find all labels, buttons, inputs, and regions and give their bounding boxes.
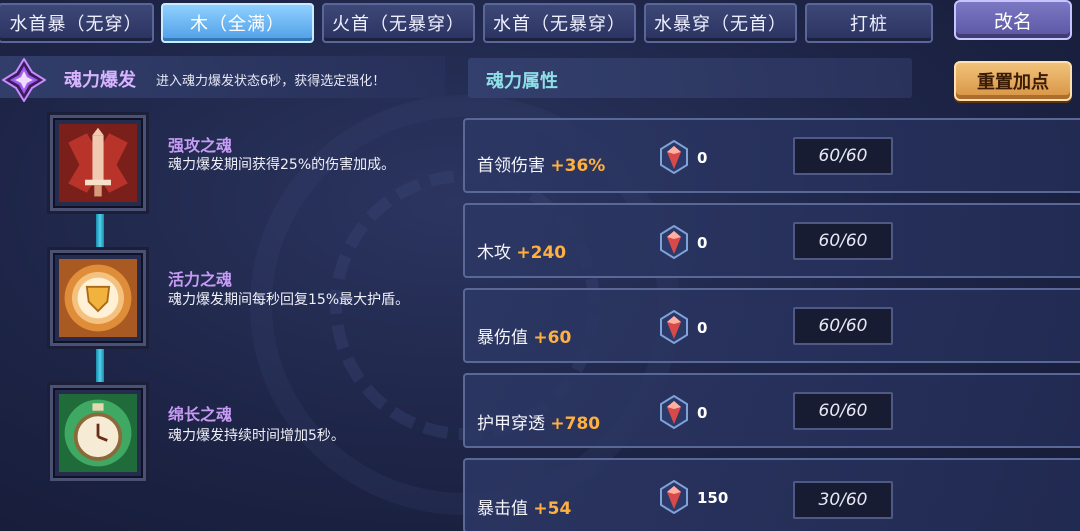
soul-name: 强攻之魂 <box>168 136 233 155</box>
orange-shield-icon <box>59 259 137 337</box>
stat-row-crit-damage[interactable]: 暴伤值 +60 0 60/60 <box>463 288 1080 363</box>
stat-cap: 60/60 <box>793 222 893 260</box>
stat-label: 首领伤害 +36% <box>477 156 606 176</box>
soul-gem-icon <box>660 395 688 429</box>
soul-connector <box>96 212 104 248</box>
purple-crystal-icon <box>2 58 46 102</box>
soul-description: 魂力爆发持续时间增加5秒。 <box>168 428 345 444</box>
stat-cap: 30/60 <box>793 481 893 519</box>
stat-count: 150 <box>697 489 729 507</box>
green-stopwatch-icon <box>59 394 137 472</box>
burst-description: 进入魂力爆发状态6秒，获得选定强化！ <box>156 74 386 89</box>
stat-bonus: +54 <box>533 499 572 519</box>
stat-row-armor-penetration[interactable]: 护甲穿透 +780 0 60/60 <box>463 373 1080 448</box>
stat-row-boss-damage[interactable]: 首领伤害 +36% 0 60/60 <box>463 118 1080 193</box>
tab-preset-6[interactable]: 打桩 <box>805 3 933 43</box>
reset-points-button[interactable]: 重置加点 <box>954 61 1072 101</box>
soul-slot-endurance[interactable] <box>50 385 146 481</box>
stat-count: 0 <box>697 404 708 422</box>
stat-label: 护甲穿透 +780 <box>477 414 601 434</box>
soul-gem-icon <box>660 225 688 259</box>
soul-gem-icon <box>660 480 688 514</box>
stat-label: 暴击值 +54 <box>477 499 572 519</box>
stat-label: 木攻 +240 <box>477 243 567 263</box>
soul-gem-icon <box>660 140 688 174</box>
tab-preset-5[interactable]: 水暴穿（无首） <box>644 3 797 43</box>
attributes-title: 魂力属性 <box>486 71 558 92</box>
soul-description: 魂力爆发期间获得25%的伤害加成。 <box>168 157 396 173</box>
stat-label: 暴伤值 +60 <box>477 328 572 348</box>
stat-row-crit-rate[interactable]: 暴击值 +54 150 30/60 <box>463 458 1080 531</box>
soul-slot-strong-attack[interactable] <box>50 115 146 211</box>
stat-row-wood-attack[interactable]: 木攻 +240 0 60/60 <box>463 203 1080 278</box>
tab-preset-4[interactable]: 水首（无暴穿） <box>483 3 636 43</box>
tab-preset-2[interactable]: 木（全满） <box>161 3 314 43</box>
stat-bonus: +36% <box>550 156 606 176</box>
stat-count: 0 <box>697 319 708 337</box>
preset-tab-bar: 水首暴（无穿） 木（全满） 火首（无暴穿） 水首（无暴穿） 水暴穿（无首） 打桩 <box>0 0 1080 48</box>
tab-preset-3[interactable]: 火首（无暴穿） <box>322 3 475 43</box>
soul-slot-vitality[interactable] <box>50 250 146 346</box>
soul-name: 绵长之魂 <box>168 405 233 424</box>
stat-count: 0 <box>697 234 708 252</box>
rename-button[interactable]: 改名 <box>954 0 1072 40</box>
stat-bonus: +780 <box>550 414 601 434</box>
stat-cap: 60/60 <box>793 392 893 430</box>
soul-connector <box>96 346 104 382</box>
soul-name: 活力之魂 <box>168 270 233 289</box>
tab-preset-1[interactable]: 水首暴（无穿） <box>0 3 154 43</box>
soul-gem-icon <box>660 310 688 344</box>
burst-title: 魂力爆发 <box>64 70 136 91</box>
stat-cap: 60/60 <box>793 307 893 345</box>
stat-bonus: +240 <box>516 243 567 263</box>
soul-description: 魂力爆发期间每秒回复15%最大护盾。 <box>168 292 410 308</box>
stat-count: 0 <box>697 149 708 167</box>
stat-bonus: +60 <box>533 328 572 348</box>
stat-cap: 60/60 <box>793 137 893 175</box>
red-sword-icon <box>59 124 137 202</box>
